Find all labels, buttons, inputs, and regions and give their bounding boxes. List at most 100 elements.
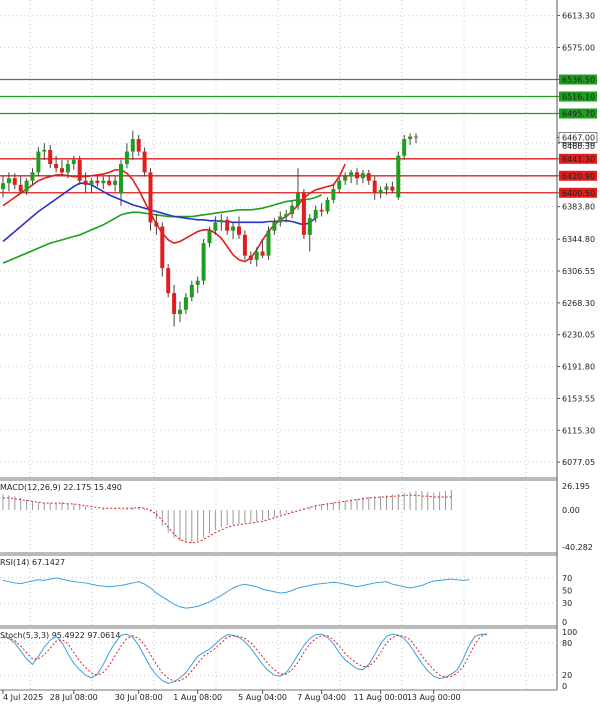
macd-tick-label: 0.00 xyxy=(562,506,580,515)
time-tick-label: 5 Aug 04:00 xyxy=(238,693,287,702)
candle-body xyxy=(254,251,259,260)
current-price-label: 6467.00 xyxy=(562,133,595,142)
candle-body xyxy=(113,180,118,185)
price-tick-label: 6575.00 xyxy=(562,43,595,52)
candle-body xyxy=(213,222,218,231)
candle-body xyxy=(201,243,206,281)
candle-body xyxy=(278,216,283,223)
macd-label: MACD(12,26,9) 22.175 15.490 xyxy=(0,483,122,492)
time-tick-label: 13 Aug 00:00 xyxy=(407,693,461,702)
candle-body xyxy=(160,226,165,269)
candle-body xyxy=(349,172,354,177)
candle-body xyxy=(313,209,318,219)
rsi-label: RSI(14) 67.1427 xyxy=(0,558,65,567)
candle-body xyxy=(60,168,64,173)
time-tick-label: 28 Jul 08:00 xyxy=(50,693,98,702)
support-level-label: 6420.90 xyxy=(562,172,595,181)
candle-body xyxy=(408,136,413,140)
support-level-label: 6441.30 xyxy=(562,155,595,164)
price-tick-label: 6460.30 xyxy=(562,142,595,151)
candle-body xyxy=(24,180,29,192)
candle-body xyxy=(12,178,17,185)
price-tick-label: 6077.05 xyxy=(562,458,595,467)
candle-body xyxy=(101,180,106,184)
candle-body xyxy=(172,293,177,314)
price-tick-label: 6613.30 xyxy=(562,12,595,21)
candle-body xyxy=(48,149,53,165)
candle-body xyxy=(384,186,389,190)
candle-body xyxy=(207,230,212,244)
macd-tick-label: -40.282 xyxy=(562,543,593,552)
rsi-tick-label: 0 xyxy=(562,618,567,627)
candle-body xyxy=(301,193,306,235)
time-tick-label: 30 Jul 08:00 xyxy=(115,693,163,702)
resistance-level-label: 6516.10 xyxy=(562,93,595,102)
candle-body xyxy=(83,180,88,185)
candle-body xyxy=(6,178,11,184)
price-tick-label: 6344.80 xyxy=(562,235,595,244)
candle-body xyxy=(331,189,336,200)
candle-body xyxy=(136,139,141,152)
stoch-tick-label: 20 xyxy=(562,671,572,680)
candle-body xyxy=(343,176,348,181)
rsi-tick-label: 30 xyxy=(562,599,572,608)
candle-body xyxy=(119,164,123,194)
candle-body xyxy=(42,149,47,152)
candle-body xyxy=(30,172,35,181)
candle-body xyxy=(178,309,182,314)
candle-body xyxy=(231,226,236,231)
candle-body xyxy=(296,193,300,206)
candle-body xyxy=(142,151,147,173)
macd-tick-label: 26.195 xyxy=(562,482,590,491)
candle-body xyxy=(130,139,135,152)
candle-body xyxy=(225,219,230,231)
price-tick-label: 6306.55 xyxy=(562,267,595,276)
candle-body xyxy=(77,159,82,181)
candle-body xyxy=(189,284,194,298)
candle-body xyxy=(124,151,129,165)
candle-body xyxy=(390,186,395,191)
candle-body xyxy=(1,183,5,190)
chart-svg: 6613.30 6575.00 6460.30 6383.80 6344.80 6306.… xyxy=(0,0,600,702)
price-tick-label: 6230.05 xyxy=(562,331,595,340)
candle-body xyxy=(290,205,295,215)
candle-body xyxy=(54,164,59,169)
candle-body xyxy=(107,180,112,185)
candle-body xyxy=(260,251,265,256)
stoch-label: Stoch(5,3,3) 95.4922 97.0614 xyxy=(0,631,120,640)
rsi-tick-label: 50 xyxy=(562,587,572,596)
rsi-tick-label: 70 xyxy=(562,574,572,583)
candle-body xyxy=(355,172,359,179)
stoch-tick-label: 0 xyxy=(562,682,567,691)
resistance-level-label: 6536.50 xyxy=(562,76,595,85)
candle-body xyxy=(325,199,330,212)
candle-body xyxy=(266,230,271,256)
candle-body xyxy=(360,173,365,179)
candle-body xyxy=(402,139,407,156)
time-tick-label: 1 Aug 08:00 xyxy=(173,693,222,702)
candle-body xyxy=(337,180,342,190)
chart-root: 6613.30 6575.00 6460.30 6383.80 6344.80 6306.… xyxy=(0,0,600,702)
stoch-tick-label: 100 xyxy=(562,628,577,637)
price-tick-label: 6115.30 xyxy=(562,426,595,435)
time-tick-label: 11 Aug 00:00 xyxy=(354,693,408,702)
candle-body xyxy=(237,226,241,235)
candle-body xyxy=(307,218,312,235)
candle-body xyxy=(195,280,200,285)
candle-body xyxy=(284,214,289,217)
candle-body xyxy=(378,189,383,194)
candle-body xyxy=(183,297,188,310)
candle-body xyxy=(319,209,324,212)
candle-body xyxy=(89,180,94,185)
candle-body xyxy=(242,234,247,256)
candle-body xyxy=(166,268,171,294)
resistance-level-label: 6495.70 xyxy=(562,110,595,119)
candle-body xyxy=(272,222,277,231)
candle-body xyxy=(372,180,377,194)
candle-body xyxy=(36,151,41,173)
candle-body xyxy=(148,172,153,223)
time-tick-label: 4 Jul 2025 xyxy=(3,693,43,702)
time-tick-label: 7 Aug 04:00 xyxy=(297,693,346,702)
support-level-label: 6400.50 xyxy=(562,189,595,198)
candle-body xyxy=(65,164,70,173)
